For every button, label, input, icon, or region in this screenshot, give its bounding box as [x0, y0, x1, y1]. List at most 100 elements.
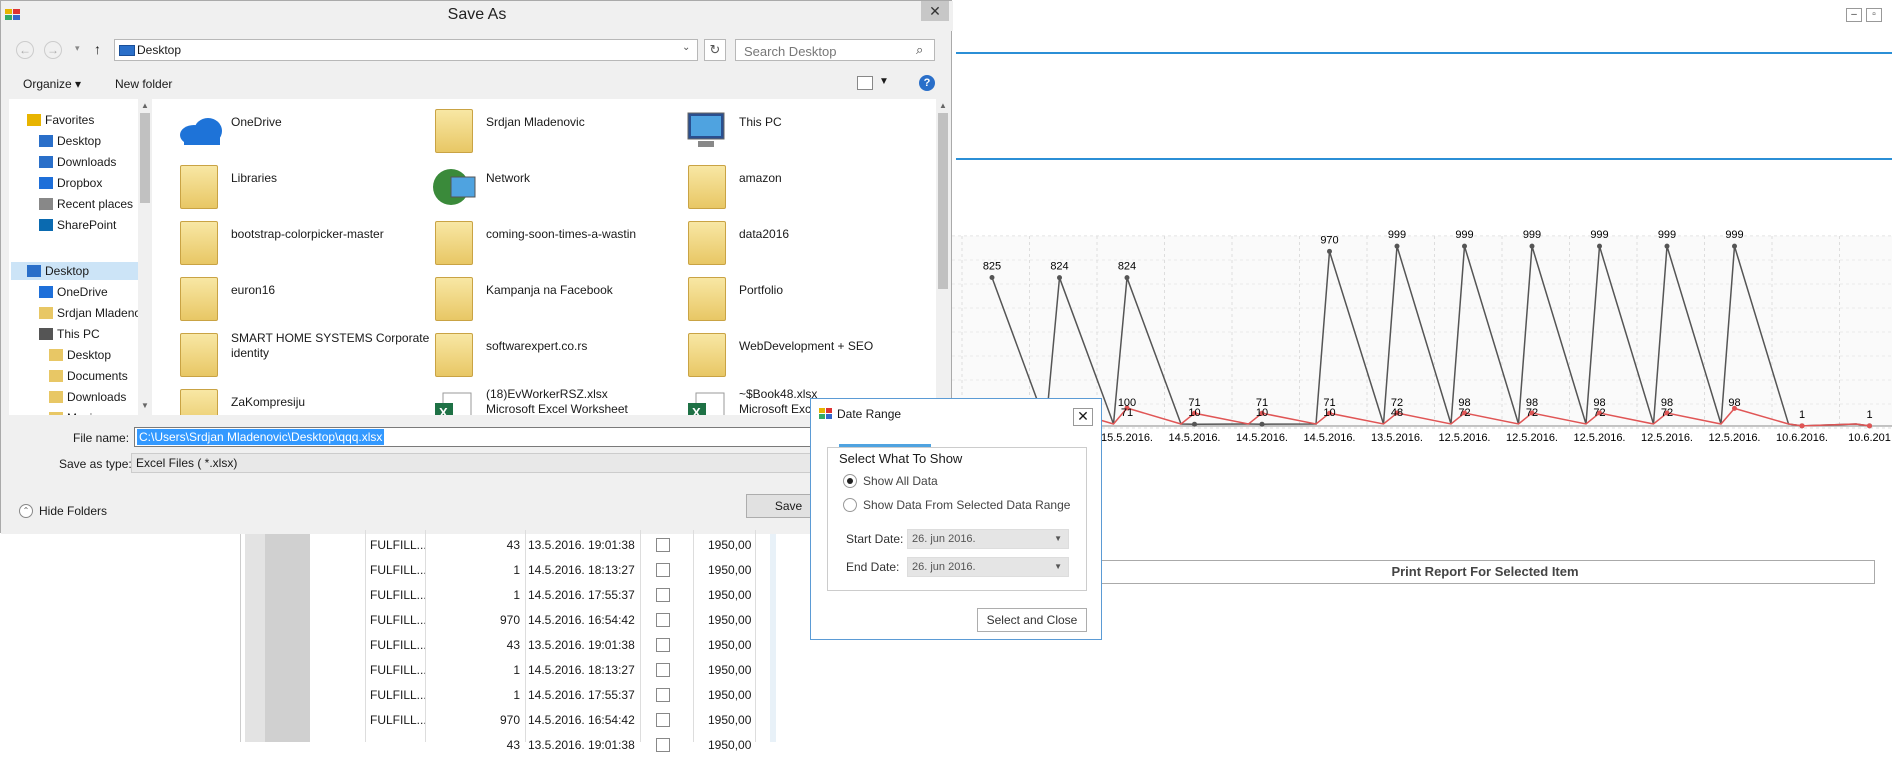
row-checkbox[interactable] [656, 563, 670, 577]
save-as-type-select[interactable]: Excel Files ( *.xlsx) [131, 453, 815, 473]
file-item[interactable]: coming-soon-times-a-wastin [431, 217, 681, 269]
file-item[interactable]: WebDevelopment + SEO [684, 329, 934, 381]
show-range-radio[interactable] [843, 498, 857, 512]
row-checkbox[interactable] [656, 663, 670, 677]
table-row[interactable]: FULFILL... 970 14.5.2016. 16:54:42 1950,00 [0, 708, 751, 733]
table-row[interactable]: FULFILL... 43 13.5.2016. 19:01:38 1950,00 [0, 533, 751, 558]
date-range-dialog: Date Range ✕ Select What To Show Show Al… [810, 398, 1102, 640]
help-icon[interactable]: ? [919, 75, 935, 91]
data-label: 824 [1050, 261, 1068, 273]
back-button[interactable]: ← [16, 41, 34, 59]
show-all-radio[interactable] [843, 474, 857, 488]
file-item[interactable]: data2016 [684, 217, 934, 269]
minimize-button[interactable]: – [1846, 8, 1862, 22]
nav-item-icon [39, 156, 53, 168]
nav-item-icon [49, 370, 63, 382]
row-checkbox[interactable] [656, 613, 670, 627]
end-date-picker[interactable]: 26. jun 2016. ▼ [907, 557, 1069, 577]
nav-scrollbar[interactable]: ▲ ▼ [138, 99, 152, 415]
nav-item-icon [27, 265, 41, 277]
row-checkbox[interactable] [656, 588, 670, 602]
hide-folders-button[interactable]: Hide Folders [39, 504, 107, 518]
row-checkbox[interactable] [656, 713, 670, 727]
new-folder-button[interactable]: New folder [115, 77, 172, 91]
row-checkbox[interactable] [656, 638, 670, 652]
nav-item-label: Srdjan Mladenovic [57, 306, 138, 320]
data-label: 999 [1523, 229, 1541, 241]
folder-icon [435, 221, 473, 265]
table-row[interactable]: FULFILL... 1 14.5.2016. 17:55:37 1950,00 [0, 683, 751, 708]
nav-desktop-onedrive[interactable]: OneDrive [39, 285, 138, 301]
chevron-down-icon[interactable]: ⌄ [682, 42, 690, 53]
row-checkbox[interactable] [656, 688, 670, 702]
table-row[interactable]: FULFILL... 1 14.5.2016. 18:13:27 1950,00 [0, 658, 751, 683]
nav-pc-downloads[interactable]: Downloads [49, 390, 138, 406]
table-row[interactable]: FULFILL... 970 14.5.2016. 16:54:42 1950,00 [0, 608, 751, 633]
chevron-down-icon[interactable]: ▼ [879, 76, 889, 87]
nav-item-label: This PC [57, 327, 100, 341]
file-item[interactable]: bootstrap-colorpicker-master [176, 217, 426, 269]
file-item[interactable]: Srdjan Mladenovic [431, 105, 681, 157]
organize-button[interactable]: Organize ▾ [23, 77, 81, 91]
nav-fav-recent-places[interactable]: Recent places [39, 197, 138, 213]
nav-pc-desktop[interactable]: Desktop [49, 348, 138, 364]
file-item[interactable]: amazon [684, 161, 934, 213]
nav-favorites[interactable]: Favorites [27, 113, 138, 129]
data-point [1327, 248, 1332, 254]
end-date-label: End Date: [846, 560, 900, 574]
file-item[interactable]: Portfolio [684, 273, 934, 325]
print-report-button[interactable]: Print Report For Selected Item [1095, 560, 1875, 584]
data-point [1259, 421, 1265, 427]
up-button[interactable]: ↑ [94, 41, 101, 57]
file-item[interactable]: euron16 [176, 273, 426, 325]
data-point [1597, 243, 1602, 249]
nav-desktop-srdjan-mladenovic[interactable]: Srdjan Mladenovic [39, 306, 138, 322]
file-item[interactable]: SMART HOME SYSTEMS Corporate identity [176, 329, 429, 381]
nav-desktop[interactable]: Desktop [27, 264, 138, 280]
recent-dropdown-icon[interactable]: ▾ [75, 43, 80, 54]
tick-label: 14.5.2016. [1169, 432, 1221, 444]
row-checkbox[interactable] [656, 538, 670, 552]
nav-fav-downloads[interactable]: Downloads [39, 155, 138, 171]
forward-button[interactable]: → [44, 41, 62, 59]
file-scrollbar[interactable]: ▲ [936, 99, 950, 415]
data-label: 825 [983, 261, 1001, 273]
nav-fav-dropbox[interactable]: Dropbox [39, 176, 138, 192]
select-and-close-button[interactable]: Select and Close [977, 608, 1087, 632]
cell-qty: 43 [506, 738, 520, 752]
data-label: 72 [1593, 407, 1605, 419]
start-date-label: Start Date: [846, 532, 904, 546]
search-input[interactable]: Search Desktop [735, 39, 935, 61]
table-row[interactable]: FULFILL... 43 13.5.2016. 19:01:38 1950,00 [0, 633, 751, 658]
start-date-picker[interactable]: 26. jun 2016. ▼ [907, 529, 1069, 549]
address-bar[interactable]: Desktop ⌄ [114, 39, 698, 61]
file-item[interactable]: softwarexpert.co.rs [431, 329, 681, 381]
close-button[interactable]: ✕ [921, 1, 949, 21]
cell-status: FULFILL... [370, 713, 427, 727]
file-item[interactable]: Network [431, 161, 681, 213]
save-as-type-label: Save as type: [59, 457, 132, 471]
nav-fav-sharepoint[interactable]: SharePoint [39, 218, 138, 234]
nav-desktop-this-pc[interactable]: This PC [39, 327, 138, 343]
row-checkbox[interactable] [656, 738, 670, 752]
chevron-up-icon[interactable]: ⌃ [19, 504, 33, 518]
table-row[interactable]: 43 13.5.2016. 19:01:38 1950,00 [0, 733, 751, 758]
table-row[interactable]: FULFILL... 1 14.5.2016. 18:13:27 1950,00 [0, 558, 751, 583]
file-name: ZaKompresiju [231, 395, 306, 409]
cloud-icon [176, 109, 224, 153]
file-item[interactable]: This PC [684, 105, 934, 157]
nav-fav-desktop[interactable]: Desktop [39, 134, 138, 150]
file-item[interactable]: OneDrive [176, 105, 426, 157]
folder-icon [688, 333, 726, 377]
close-button[interactable]: ✕ [1073, 408, 1093, 426]
file-item[interactable]: Libraries [176, 161, 426, 213]
tick-label: 12.5.2016. [1574, 432, 1626, 444]
nav-pc-documents[interactable]: Documents [49, 369, 138, 385]
column-divider [365, 530, 366, 742]
maximize-button[interactable]: ▫ [1866, 8, 1882, 22]
data-label: 999 [1455, 229, 1473, 241]
view-options-icon[interactable] [857, 76, 873, 90]
refresh-button[interactable]: ↻ [704, 39, 726, 61]
table-row[interactable]: FULFILL... 1 14.5.2016. 17:55:37 1950,00 [0, 583, 751, 608]
file-item[interactable]: Kampanja na Facebook [431, 273, 681, 325]
